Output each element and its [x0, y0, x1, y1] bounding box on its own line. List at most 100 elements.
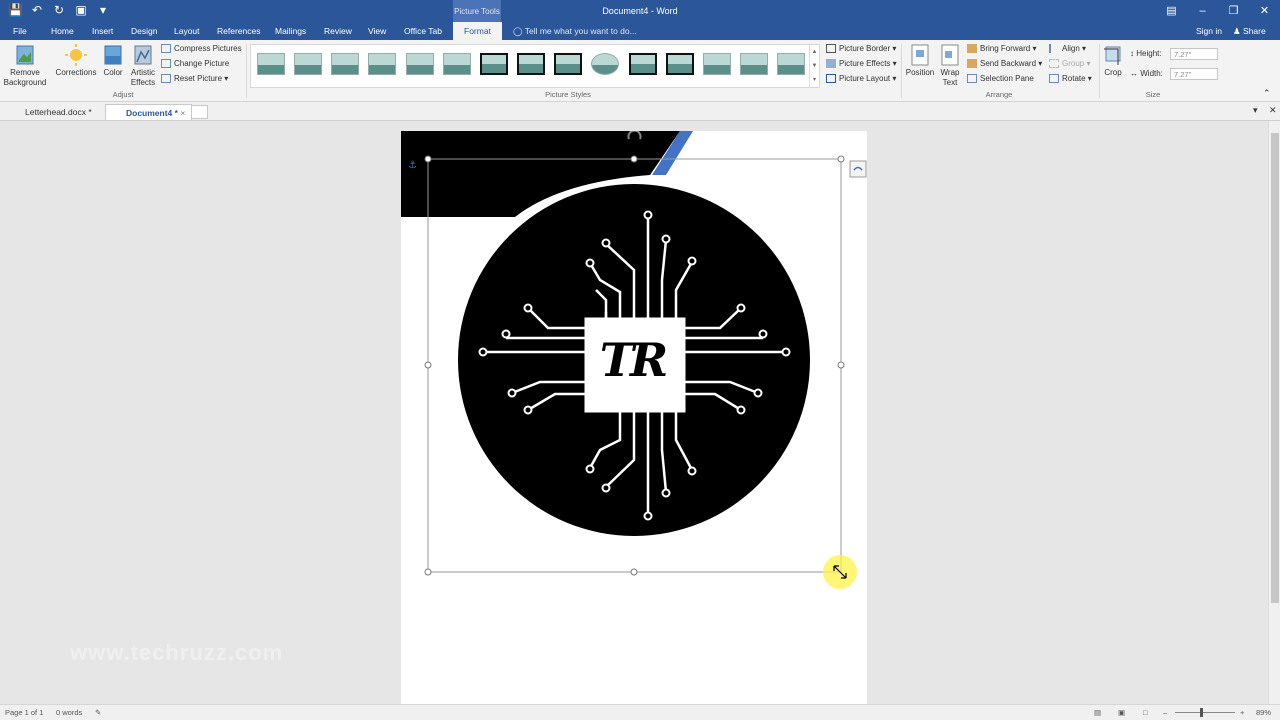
- tab-design[interactable]: Design: [131, 26, 157, 36]
- web-layout-icon[interactable]: □: [1143, 708, 1148, 717]
- doc-tab-document4[interactable]: Document4 * ×: [105, 104, 193, 120]
- corrections-label: Corrections: [55, 68, 97, 77]
- tab-insert[interactable]: Insert: [92, 26, 113, 36]
- compress-pictures-button[interactable]: Compress Pictures: [161, 44, 242, 54]
- remove-background-icon: [16, 45, 34, 65]
- picture-style-thumb[interactable]: [443, 53, 471, 75]
- group-label: Group: [1062, 59, 1085, 68]
- doc-tab-close-icon[interactable]: ×: [180, 108, 185, 118]
- picture-style-thumb[interactable]: [406, 53, 434, 75]
- compress-icon: [161, 44, 171, 54]
- close-all-tabs-icon[interactable]: ✕: [1269, 105, 1277, 116]
- position-button[interactable]: Position: [904, 44, 936, 78]
- tab-review[interactable]: Review: [324, 26, 352, 36]
- tab-layout[interactable]: Layout: [174, 26, 200, 36]
- zoom-slider[interactable]: [1175, 712, 1235, 713]
- sign-in-link[interactable]: Sign in: [1196, 26, 1222, 36]
- picture-style-thumb[interactable]: [517, 53, 545, 75]
- color-button[interactable]: Color: [101, 44, 125, 78]
- width-label-text: Width:: [1140, 69, 1163, 78]
- tab-home[interactable]: Home: [51, 26, 74, 36]
- picture-style-thumb[interactable]: [368, 53, 396, 75]
- tab-references[interactable]: References: [217, 26, 260, 36]
- artistic-effects-button[interactable]: Artistic Effects: [127, 44, 159, 88]
- picture-border-button[interactable]: Picture Border ▾: [826, 44, 896, 54]
- picture-style-thumb[interactable]: [666, 53, 694, 75]
- collapse-ribbon-icon[interactable]: ⌃: [1263, 88, 1271, 99]
- change-picture-button[interactable]: Change Picture: [161, 59, 229, 69]
- tab-office-tab[interactable]: Office Tab: [404, 26, 442, 36]
- picture-style-thumb[interactable]: [629, 53, 657, 75]
- picture-effects-button[interactable]: Picture Effects ▾: [826, 59, 897, 69]
- send-backward-icon: [967, 59, 977, 69]
- document-tab-bar: Letterhead.docx * Document4 * × ▾ ✕: [0, 102, 1280, 121]
- color-icon: [104, 45, 122, 65]
- zoom-out-icon[interactable]: –: [1163, 708, 1167, 717]
- picture-style-thumb[interactable]: [591, 53, 619, 75]
- tell-me-search[interactable]: ◯ Tell me what you want to do...: [513, 26, 637, 37]
- layout-options-icon[interactable]: [849, 160, 867, 178]
- rotate-button[interactable]: Rotate ▾: [1049, 74, 1092, 84]
- tab-format[interactable]: Format: [453, 22, 502, 40]
- bring-forward-button[interactable]: Bring Forward ▾: [967, 44, 1037, 54]
- wrap-text-button[interactable]: Wrap Text: [937, 44, 963, 88]
- remove-background-button[interactable]: Remove Background: [3, 44, 47, 88]
- vertical-scrollbar[interactable]: [1268, 121, 1280, 704]
- picture-style-thumb[interactable]: [257, 53, 285, 75]
- group-separator: [901, 44, 902, 98]
- page-count[interactable]: Page 1 of 1: [5, 708, 43, 717]
- wrap-text-label: Wrap Text: [940, 68, 960, 87]
- picture-style-thumb[interactable]: [554, 53, 582, 75]
- scrollbar-thumb[interactable]: [1271, 133, 1279, 603]
- picture-style-thumb[interactable]: [331, 53, 359, 75]
- picture-effects-icon: [826, 59, 836, 69]
- picture-style-thumb[interactable]: [740, 53, 768, 75]
- doc-tab-letterhead[interactable]: Letterhead.docx *: [5, 104, 98, 120]
- height-label-text: Height:: [1136, 49, 1162, 58]
- picture-style-thumb[interactable]: [777, 53, 805, 75]
- picture-layout-icon: [826, 74, 836, 84]
- tab-mailings[interactable]: Mailings: [275, 26, 306, 36]
- group-button[interactable]: Group ▾: [1049, 59, 1090, 69]
- rotate-label: Rotate: [1062, 74, 1086, 83]
- proofing-icon[interactable]: ✎: [95, 708, 101, 717]
- picture-style-thumb[interactable]: [480, 53, 508, 75]
- crop-button[interactable]: Crop: [1101, 44, 1125, 78]
- zoom-slider-thumb[interactable]: [1200, 708, 1203, 717]
- align-button[interactable]: Align ▾: [1049, 44, 1086, 54]
- width-input[interactable]: 7.27": [1170, 68, 1218, 80]
- corrections-button[interactable]: Corrections: [54, 44, 98, 78]
- document-page[interactable]: ⚓ TR: [401, 129, 867, 705]
- selection-pane-button[interactable]: Selection Pane: [967, 74, 1034, 84]
- compress-pictures-label: Compress Pictures: [174, 44, 242, 53]
- reset-picture-button[interactable]: Reset Picture ▾: [161, 74, 228, 84]
- zoom-level[interactable]: 89%: [1256, 708, 1271, 717]
- close-icon[interactable]: ✕: [1249, 0, 1280, 22]
- picture-border-icon: [826, 44, 836, 54]
- height-input[interactable]: 7.27": [1170, 48, 1218, 60]
- ribbon-display-options-icon[interactable]: ▤: [1156, 0, 1187, 22]
- picture-style-thumb[interactable]: [703, 53, 731, 75]
- minimize-icon[interactable]: –: [1187, 0, 1218, 22]
- tab-file[interactable]: File: [13, 26, 27, 36]
- color-label: Color: [103, 68, 123, 77]
- send-backward-button[interactable]: Send Backward ▾: [967, 59, 1042, 69]
- read-mode-icon[interactable]: ▤: [1094, 708, 1101, 717]
- word-count[interactable]: 0 words: [56, 708, 82, 717]
- group-icon: [1049, 59, 1059, 69]
- anchor-icon: ⚓: [408, 160, 417, 171]
- title-bar: 💾 ↶ ↻ ▣ ▾ Picture Tools Document4 - Word…: [0, 0, 1280, 22]
- restore-icon[interactable]: ❐: [1218, 0, 1249, 22]
- tab-list-chevron-icon[interactable]: ▾: [1253, 105, 1258, 116]
- share-button[interactable]: ♟ Share: [1233, 26, 1266, 37]
- zoom-in-icon[interactable]: +: [1240, 708, 1244, 717]
- new-tab-button[interactable]: [191, 105, 208, 119]
- gallery-scroll[interactable]: ▲ ▼ ▾: [809, 45, 819, 87]
- print-layout-icon[interactable]: ▣: [1118, 708, 1125, 717]
- tab-view[interactable]: View: [368, 26, 386, 36]
- logo-initials: TR: [599, 333, 668, 387]
- artistic-effects-label: Artistic Effects: [130, 68, 156, 87]
- artistic-effects-icon: [134, 45, 152, 65]
- picture-style-thumb[interactable]: [294, 53, 322, 75]
- picture-layout-button[interactable]: Picture Layout ▾: [826, 74, 896, 84]
